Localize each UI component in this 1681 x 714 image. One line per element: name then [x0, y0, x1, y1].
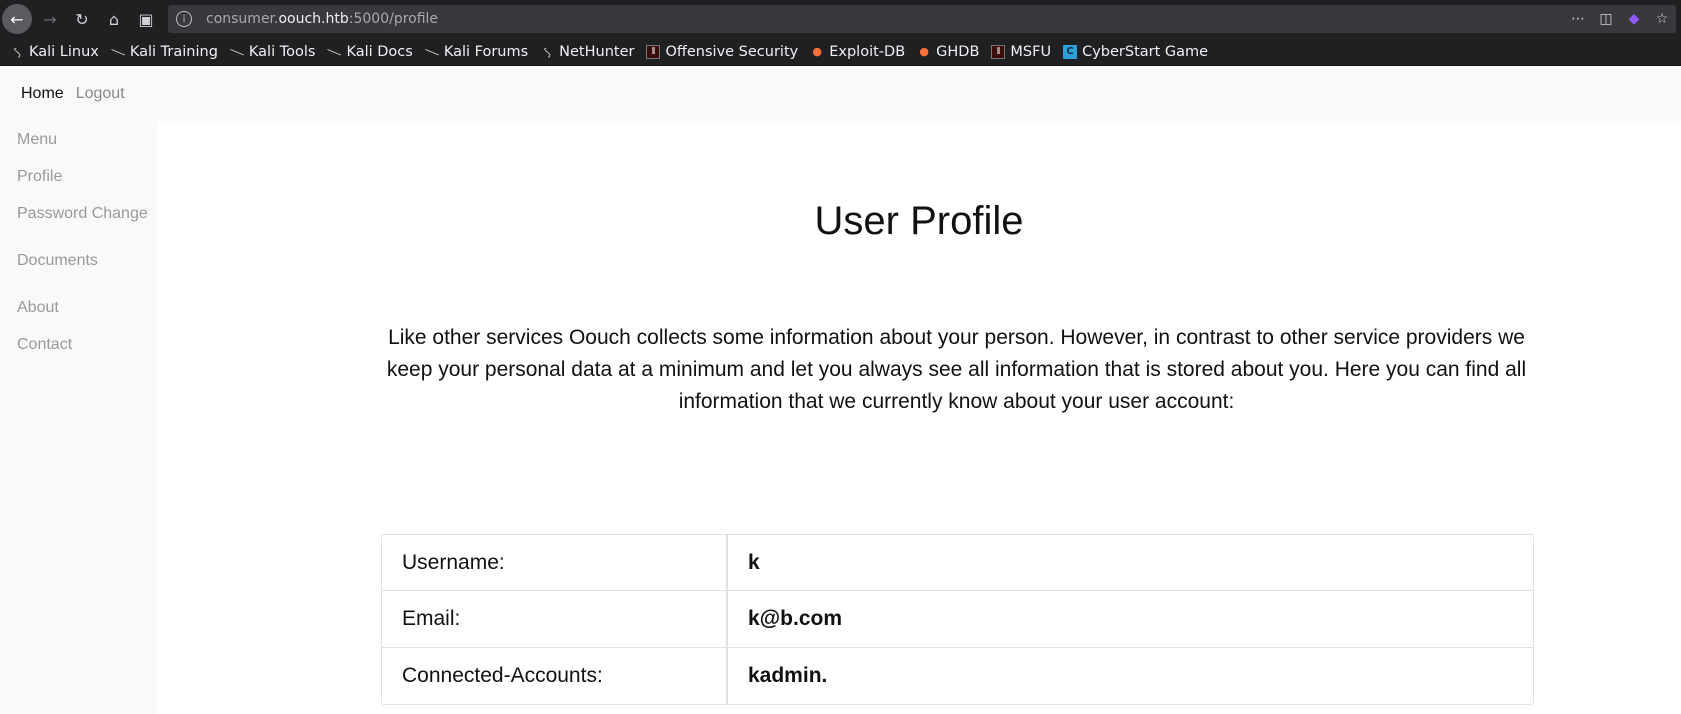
kali-tool-icon: ╲: [425, 44, 439, 59]
exploit-db-icon: ●: [919, 45, 929, 58]
back-arrow-icon[interactable]: ←: [2, 4, 32, 34]
profile-table: Username: k Email: k@b.com Connected-Acc…: [381, 534, 1534, 705]
pocket-icon[interactable]: ◫: [1592, 11, 1620, 27]
top-nav: Home Logout: [0, 66, 1681, 121]
intro-paragraph: Like other services Oouch collects some …: [386, 326, 1527, 413]
sidebar-item-menu[interactable]: Menu: [17, 131, 57, 149]
username-value: k: [727, 534, 1534, 591]
table-row: Username: k: [381, 534, 1534, 591]
sidebar-item-contact[interactable]: Contact: [17, 336, 72, 354]
page: Home Logout Menu Profile Password Change…: [0, 66, 1681, 714]
connected-accounts-label: Connected-Accounts:: [381, 648, 727, 705]
bookmarks-bar: ⟆ Kali Linux ╲ Kali Training ╲ Kali Tools ╲…: [0, 38, 1681, 66]
bookmark-kali-linux[interactable]: ⟆ Kali Linux: [10, 44, 99, 60]
table-row: Connected-Accounts: kadmin.: [381, 648, 1534, 705]
bookmark-kali-docs[interactable]: ╲ Kali Docs: [327, 44, 413, 60]
kali-tool-icon: ╲: [111, 44, 125, 59]
sidebar-item-documents[interactable]: Documents: [17, 252, 98, 270]
bookmark-kali-forums[interactable]: ╲ Kali Forums: [425, 44, 528, 60]
nav-home-link[interactable]: Home: [21, 85, 64, 103]
kali-tool-icon: ╲: [230, 44, 244, 59]
nav-logout-link[interactable]: Logout: [76, 85, 125, 103]
sidebar-item-about[interactable]: About: [17, 299, 59, 317]
offsec-icon: ⫴: [991, 44, 1006, 59]
site-info-icon[interactable]: i: [176, 11, 192, 27]
bookmark-ghdb[interactable]: ● GHDB: [917, 44, 979, 60]
extension-icon[interactable]: ◆: [1620, 11, 1648, 27]
offsec-icon: ⫴: [646, 44, 661, 59]
bookmark-msfu[interactable]: ⫴ MSFU: [991, 44, 1051, 60]
reload-icon[interactable]: ↻: [66, 3, 98, 35]
bookmark-star-icon[interactable]: ☆: [1648, 11, 1676, 27]
table-row: Email: k@b.com: [381, 591, 1534, 648]
kali-dragon-icon: ⟆: [11, 44, 23, 59]
kali-dragon-icon: ⟆: [542, 44, 553, 59]
cyberstart-icon: C: [1063, 44, 1078, 59]
connected-accounts-value: kadmin.: [727, 648, 1534, 705]
page-title: User Profile: [814, 199, 1024, 243]
browser-toolbar: ← → ↻ ⌂ ▣ i consumer.oouch.htb:5000/prof…: [0, 0, 1681, 38]
kali-tool-icon: ╲: [327, 44, 342, 59]
main-content: User Profile Like other services Oouch c…: [157, 121, 1681, 714]
sidebar-item-profile[interactable]: Profile: [17, 168, 62, 186]
username-label: Username:: [381, 534, 727, 591]
exploit-db-icon: ●: [812, 45, 823, 58]
reader-view-icon[interactable]: ▣: [130, 3, 162, 35]
url-text[interactable]: consumer.oouch.htb:5000/profile: [206, 11, 438, 27]
email-value: k@b.com: [727, 591, 1534, 648]
sidebar-item-password-change[interactable]: Password Change: [17, 205, 148, 223]
bookmark-nethunter[interactable]: ⟆ NetHunter: [540, 44, 634, 60]
page-actions-icon[interactable]: ⋯: [1564, 11, 1592, 27]
forward-arrow-icon[interactable]: →: [34, 3, 66, 35]
bookmark-cyberstart-game[interactable]: C CyberStart Game: [1063, 44, 1208, 60]
bookmark-kali-tools[interactable]: ╲ Kali Tools: [230, 44, 315, 60]
sidebar: Menu Profile Password Change Documents A…: [0, 121, 157, 714]
home-icon[interactable]: ⌂: [98, 3, 130, 35]
bookmark-kali-training[interactable]: ╲ Kali Training: [111, 44, 218, 60]
email-label: Email:: [381, 591, 727, 648]
url-bar[interactable]: i consumer.oouch.htb:5000/profile ⋯ ◫ ◆ …: [168, 5, 1676, 33]
bookmark-offensive-security[interactable]: ⫴ Offensive Security: [646, 44, 798, 60]
bookmark-exploit-db[interactable]: ● Exploit-DB: [810, 44, 905, 60]
